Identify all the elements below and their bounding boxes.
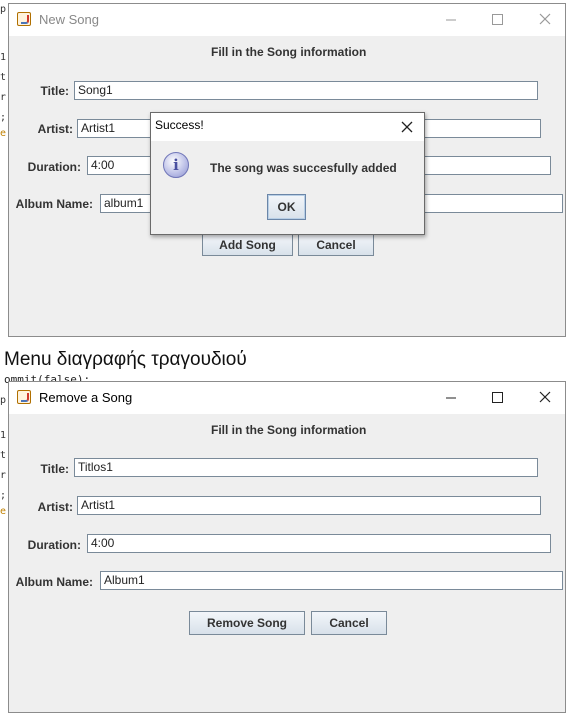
java-app-icon <box>17 12 31 26</box>
title-bar[interactable]: New Song <box>9 4 565 36</box>
artist-label: Artist: <box>37 122 73 136</box>
duration-label: Duration: <box>27 538 81 552</box>
artist-label: Artist: <box>37 500 73 514</box>
minimize-icon[interactable] <box>441 388 461 406</box>
title-label: Title: <box>40 462 69 476</box>
add-song-button[interactable]: Add Song <box>202 234 293 256</box>
cancel-button[interactable]: Cancel <box>311 611 387 635</box>
close-icon[interactable] <box>398 118 416 136</box>
artist-field[interactable]: Artist1 <box>77 496 541 515</box>
remove-song-window: Remove a Song Fill in the Song informati… <box>8 381 566 713</box>
dialog-title: Success! <box>155 118 204 132</box>
album-field[interactable]: Album1 <box>100 571 563 590</box>
section-caption: Menu διαγραφής τραγουδιού <box>4 349 247 370</box>
cancel-button[interactable]: Cancel <box>298 234 374 256</box>
form-heading: Fill in the Song information <box>211 423 367 437</box>
close-icon[interactable] <box>535 10 555 28</box>
ok-button[interactable]: OK <box>267 194 306 220</box>
title-bar[interactable]: Remove a Song <box>9 382 565 414</box>
window-title: New Song <box>39 12 99 27</box>
duration-label: Duration: <box>27 160 81 174</box>
title-label: Title: <box>40 84 69 98</box>
remove-song-button[interactable]: Remove Song <box>189 611 305 635</box>
form-heading: Fill in the Song information <box>211 45 367 59</box>
maximize-icon[interactable] <box>487 388 507 406</box>
window-title: Remove a Song <box>39 390 133 405</box>
success-dialog: Success! i The song was succesfully adde… <box>150 112 425 235</box>
title-field[interactable]: Titlos1 <box>74 458 538 477</box>
album-label: Album Name: <box>15 575 93 589</box>
duration-field[interactable]: 4:00 <box>87 534 551 553</box>
minimize-icon[interactable] <box>441 10 461 28</box>
dialog-title-bar[interactable]: Success! <box>151 113 424 141</box>
album-label: Album Name: <box>15 197 93 211</box>
dialog-message: The song was succesfully added <box>210 161 397 175</box>
title-field[interactable]: Song1 <box>74 81 538 100</box>
java-app-icon <box>17 390 31 404</box>
close-icon[interactable] <box>535 388 555 406</box>
maximize-icon[interactable] <box>487 10 507 28</box>
info-icon: i <box>163 152 189 178</box>
